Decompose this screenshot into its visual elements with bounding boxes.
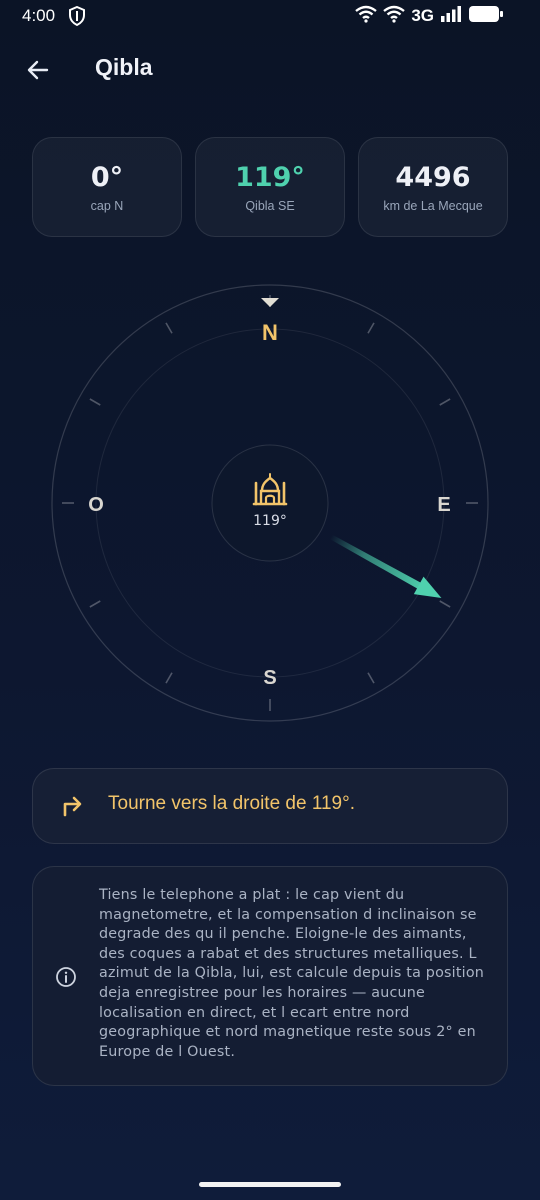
compass-tick: [165, 672, 173, 684]
back-button[interactable]: [22, 54, 54, 86]
info-icon: [55, 966, 77, 992]
direction-banner: Tourne vers la droite de 119°.: [32, 768, 508, 844]
wifi-icon: [383, 5, 406, 27]
status-time: 4:00: [22, 6, 56, 25]
distance-label: km de La Mecque: [383, 199, 483, 213]
qibla-card: 119° Qibla SE: [195, 137, 345, 237]
distance-card: 4496 km de La Mecque: [358, 137, 508, 237]
arrow-left-icon: [27, 60, 49, 80]
wifi-icon: [355, 5, 378, 27]
cardinal-east: E: [437, 494, 450, 516]
qibla-needle: [330, 534, 442, 599]
battery-icon: [468, 4, 504, 28]
cardinal-west: O: [88, 494, 104, 516]
compass: N E S O 119°: [51, 284, 489, 722]
network-type: 3G: [411, 6, 434, 25]
qibla-needle-body: [330, 534, 428, 593]
compass-tick: [89, 600, 101, 608]
cardinal-south: S: [263, 667, 276, 689]
home-indicator[interactable]: [199, 1182, 341, 1187]
compass-tick: [165, 322, 173, 334]
compass-tick: [439, 600, 451, 608]
heading-label: cap N: [90, 199, 124, 213]
compass-tick: [367, 322, 375, 334]
top-bar: Qibla: [0, 40, 540, 96]
heading-card: 0° cap N: [32, 137, 182, 237]
qibla-label: Qibla SE: [245, 199, 295, 213]
status-bar: 4:00 3G: [0, 0, 540, 32]
heading-value: 0°: [90, 162, 124, 193]
status-icons: 3G: [355, 4, 504, 28]
shield-icon: [68, 5, 86, 30]
distance-value: 4496: [395, 162, 471, 193]
qibla-value: 119°: [235, 162, 305, 193]
turn-right-icon: [61, 795, 85, 821]
compass-tick: [367, 672, 375, 684]
north-marker: [261, 298, 279, 307]
info-card: Tiens le telephone a plat : le cap vient…: [32, 866, 508, 1086]
compass-tick: [89, 398, 101, 406]
page-title: Qibla: [95, 54, 153, 80]
cardinal-north: N: [262, 320, 278, 345]
direction-text: Tourne vers la droite de 119°.: [108, 793, 355, 814]
info-text: Tiens le telephone a plat : le cap vient…: [99, 887, 485, 1060]
signal-icon: [440, 5, 462, 27]
compass-tick: [439, 398, 451, 406]
center-qibla-label: 119°: [253, 513, 287, 529]
